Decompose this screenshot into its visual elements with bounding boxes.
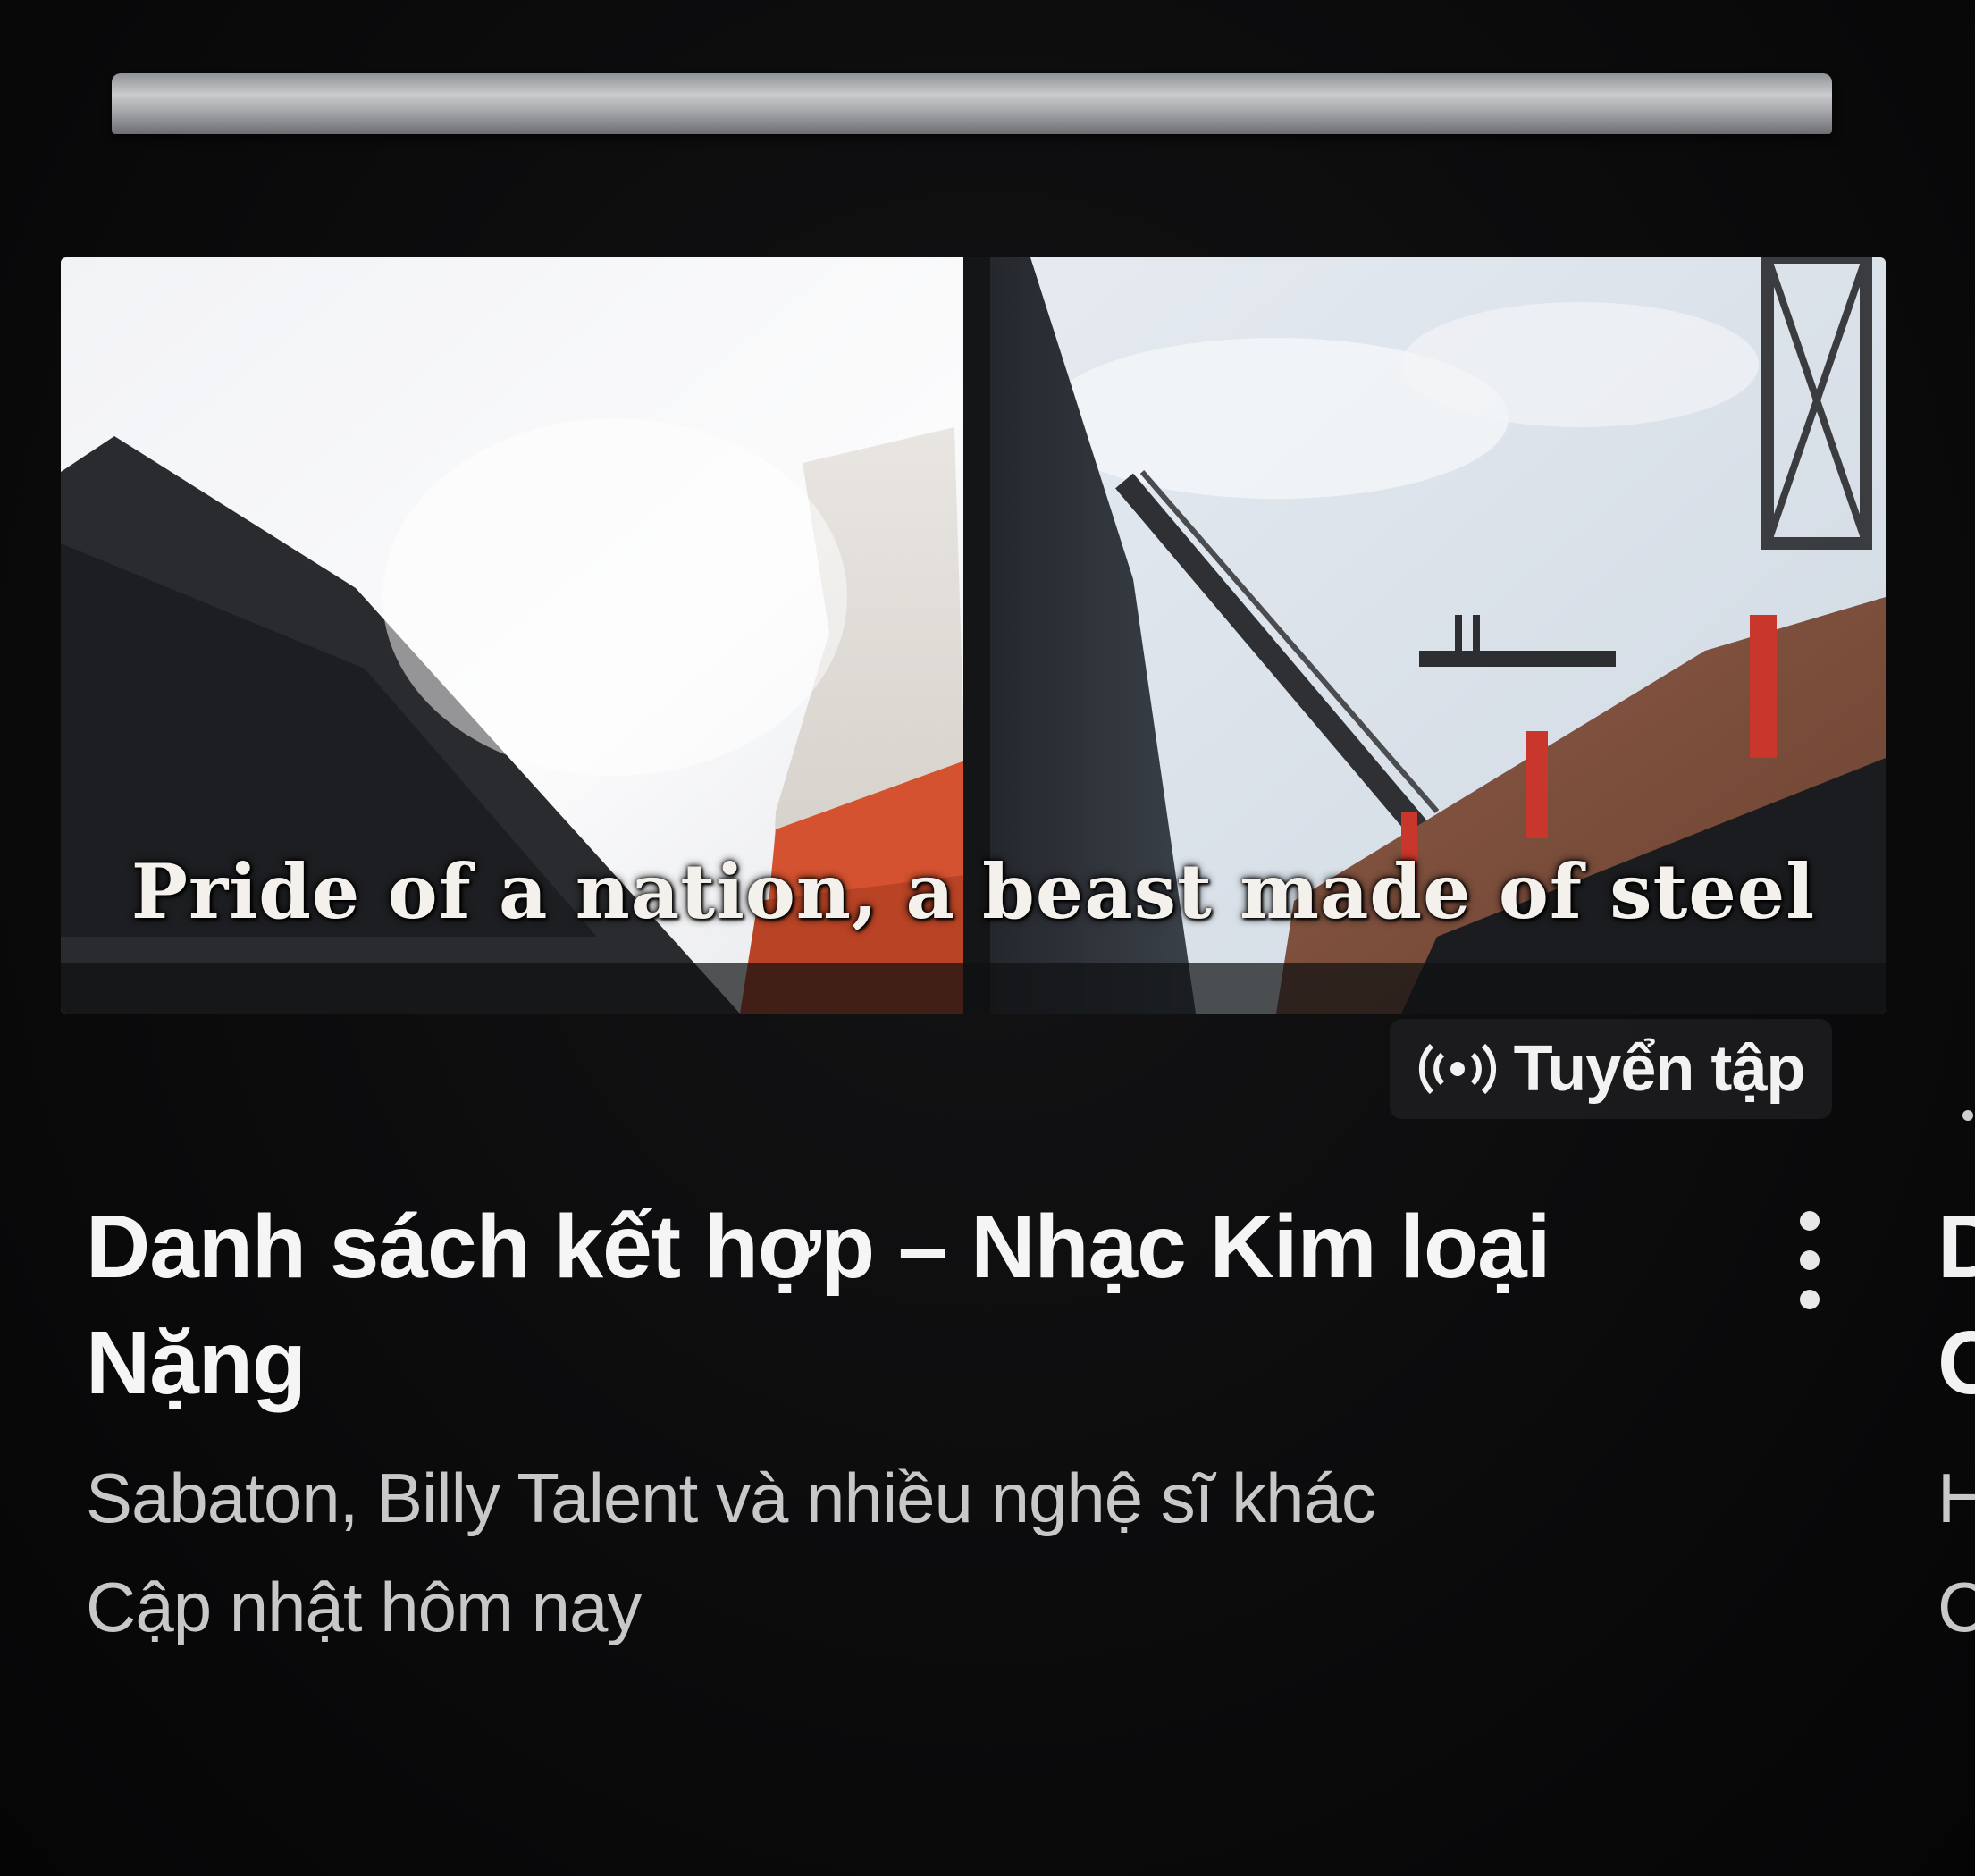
mix-title-line2[interactable]: Nặng (86, 1313, 307, 1413)
next-card-meta-line2: C (1937, 1568, 1975, 1646)
more-vertical-icon[interactable] (1778, 1211, 1841, 1309)
mix-info[interactable]: Danh sách kết hợp – Nhạc Kim loại Nặng S… (86, 1189, 1677, 1653)
video-subtitle: Pride of a nation, a beast made of steel (130, 847, 1816, 936)
next-card-partial[interactable]: D C H C (1937, 1189, 1975, 1653)
youtube-home-screen: Pride of a nation, a beast made of steel… (0, 0, 1975, 1876)
mix-badge: Tuyển tập (1390, 1019, 1832, 1119)
next-card-title-line1[interactable]: D (1937, 1189, 1975, 1305)
badge-label: Tuyển tập (1513, 1033, 1806, 1105)
mix-updated: Cập nhật hôm nay (86, 1568, 642, 1646)
mix-title[interactable]: Danh sách kết hợp – Nhạc Kim loại Nặng (86, 1189, 1677, 1421)
broadcast-icon (1418, 1043, 1496, 1095)
mix-title-line1[interactable]: Danh sách kết hợp – Nhạc Kim loại (86, 1197, 1551, 1297)
mix-artists: Sabaton, Billy Talent và nhiều nghệ sĩ k… (86, 1459, 1376, 1537)
next-card-title-line2[interactable]: C (1937, 1305, 1975, 1421)
next-card-meta-line1: H (1937, 1459, 1975, 1537)
mix-thumbnail[interactable]: Pride of a nation, a beast made of steel (61, 257, 1886, 1014)
carousel-dot (1962, 1110, 1973, 1121)
playlist-stack-indicator (112, 73, 1832, 134)
